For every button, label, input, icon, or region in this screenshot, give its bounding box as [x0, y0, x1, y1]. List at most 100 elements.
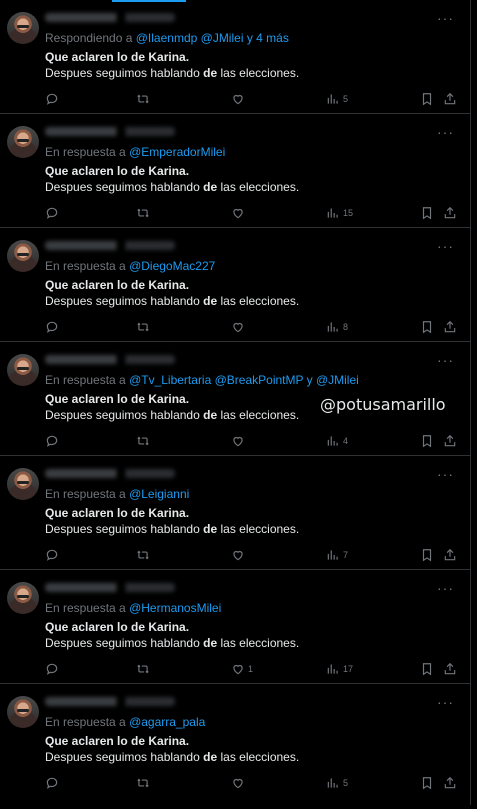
bookmark-icon	[422, 93, 432, 106]
avatar[interactable]	[7, 582, 39, 614]
reply-icon	[46, 207, 58, 219]
tweet[interactable]: ··· Respondiendo a @Ilaenmdp @JMilei y 4…	[0, 0, 471, 114]
views-button[interactable]: 8	[326, 319, 348, 335]
share-button[interactable]	[443, 91, 457, 107]
share-button[interactable]	[443, 319, 457, 335]
share-button[interactable]	[443, 547, 457, 563]
more-options-icon[interactable]: ···	[437, 238, 454, 254]
blurred-author-name[interactable]	[45, 583, 175, 592]
tweet-text-line1: Que aclaren lo de Karina.	[45, 620, 190, 634]
like-button[interactable]	[231, 319, 248, 335]
tweet-text-part: Despues seguimos hablando	[45, 636, 200, 650]
like-button[interactable]	[231, 547, 248, 563]
bookmark-button[interactable]	[420, 91, 434, 107]
tweet-actions: 5	[45, 775, 459, 791]
share-button[interactable]	[443, 205, 457, 221]
tweet-text-bold: de	[203, 522, 218, 536]
like-button[interactable]	[231, 433, 248, 449]
blurred-author-name[interactable]	[45, 469, 175, 478]
bookmark-button[interactable]	[420, 205, 434, 221]
retweet-button[interactable]	[136, 775, 150, 791]
more-options-icon[interactable]: ···	[437, 466, 454, 482]
bookmark-button[interactable]	[420, 433, 434, 449]
reply-button[interactable]	[45, 91, 59, 107]
retweet-button[interactable]	[136, 661, 150, 677]
tweet-text-part: Despues seguimos hablando	[45, 294, 200, 308]
avatar[interactable]	[7, 12, 39, 44]
share-button[interactable]	[443, 433, 457, 449]
share-icon	[444, 206, 456, 219]
tweet-actions: 4	[45, 433, 459, 449]
like-button[interactable]	[231, 775, 248, 791]
more-options-icon[interactable]: ···	[437, 352, 454, 368]
reply-mentions[interactable]: @agarra_pala	[129, 715, 205, 729]
reply-button[interactable]	[45, 205, 59, 221]
tweet-text-part: las elecciones.	[220, 750, 300, 764]
tweet[interactable]: ··· En respuesta a @EmperadorMilei Que a…	[0, 114, 471, 228]
retweet-button[interactable]	[136, 547, 150, 563]
reply-context: Respondiendo a @Ilaenmdp @JMilei y 4 más	[45, 31, 289, 45]
bookmark-button[interactable]	[420, 775, 434, 791]
blurred-author-name[interactable]	[45, 127, 175, 136]
blurred-author-name[interactable]	[45, 697, 175, 706]
tweet[interactable]: ··· En respuesta a @HermanosMilei Que ac…	[0, 570, 471, 684]
reply-mentions[interactable]: @EmperadorMilei	[129, 145, 225, 159]
views-button[interactable]: 7	[326, 547, 348, 563]
retweet-button[interactable]	[136, 319, 150, 335]
reply-mentions[interactable]: @DiegoMac227	[129, 259, 215, 273]
tweet-text-line2: Despues seguimos hablando de las eleccio…	[45, 294, 299, 308]
share-button[interactable]	[443, 661, 457, 677]
share-icon	[444, 662, 456, 675]
reply-button[interactable]	[45, 661, 59, 677]
reply-mentions[interactable]: @Leigianni	[129, 487, 189, 501]
tweet[interactable]: ··· En respuesta a @agarra_pala Que acla…	[0, 684, 471, 805]
retweet-button[interactable]	[136, 205, 150, 221]
reply-prefix: En respuesta a	[45, 145, 126, 159]
reply-mentions[interactable]: @Ilaenmdp @JMilei y 4 más	[136, 31, 289, 45]
avatar[interactable]	[7, 696, 39, 728]
views-count: 17	[343, 664, 354, 674]
bookmark-button[interactable]	[420, 319, 434, 335]
blurred-author-name[interactable]	[45, 13, 175, 22]
avatar[interactable]	[7, 354, 39, 386]
tweet-text-line1: Que aclaren lo de Karina.	[45, 278, 190, 292]
reply-mentions[interactable]: @HermanosMilei	[129, 601, 221, 615]
tweet-text-line1: Que aclaren lo de Karina.	[45, 734, 190, 748]
blurred-author-name[interactable]	[45, 355, 175, 364]
like-button[interactable]	[231, 91, 248, 107]
share-icon	[444, 320, 456, 333]
avatar[interactable]	[7, 126, 39, 158]
like-button[interactable]: 1	[231, 661, 253, 677]
more-options-icon[interactable]: ···	[437, 10, 454, 26]
more-options-icon[interactable]: ···	[437, 694, 454, 710]
reply-icon	[46, 663, 58, 675]
views-button[interactable]: 5	[326, 775, 348, 791]
avatar[interactable]	[7, 468, 39, 500]
retweet-icon	[137, 778, 149, 788]
blurred-author-name[interactable]	[45, 241, 175, 250]
retweet-button[interactable]	[136, 433, 150, 449]
views-button[interactable]: 15	[326, 205, 353, 221]
views-button[interactable]: 5	[326, 91, 348, 107]
more-options-icon[interactable]: ···	[437, 580, 454, 596]
avatar[interactable]	[7, 240, 39, 272]
views-count: 7	[343, 550, 349, 560]
more-options-icon[interactable]: ···	[437, 124, 454, 140]
reply-button[interactable]	[45, 433, 59, 449]
views-button[interactable]: 4	[326, 433, 348, 449]
bookmark-button[interactable]	[420, 547, 434, 563]
views-button[interactable]: 17	[326, 661, 353, 677]
reply-button[interactable]	[45, 775, 59, 791]
bookmark-button[interactable]	[420, 661, 434, 677]
reply-button[interactable]	[45, 547, 59, 563]
retweet-button[interactable]	[136, 91, 150, 107]
bookmark-icon	[422, 321, 432, 334]
tweet-text-line1: Que aclaren lo de Karina.	[45, 506, 190, 520]
share-button[interactable]	[443, 775, 457, 791]
reply-context: En respuesta a @Leigianni	[45, 487, 189, 501]
tweet[interactable]: ··· En respuesta a @Leigianni Que aclare…	[0, 456, 471, 570]
like-button[interactable]	[231, 205, 248, 221]
tweet[interactable]: ··· En respuesta a @DiegoMac227 Que acla…	[0, 228, 471, 342]
reply-mentions[interactable]: @Tv_Libertaria @BreakPointMP y @JMilei	[129, 373, 359, 387]
reply-button[interactable]	[45, 319, 59, 335]
